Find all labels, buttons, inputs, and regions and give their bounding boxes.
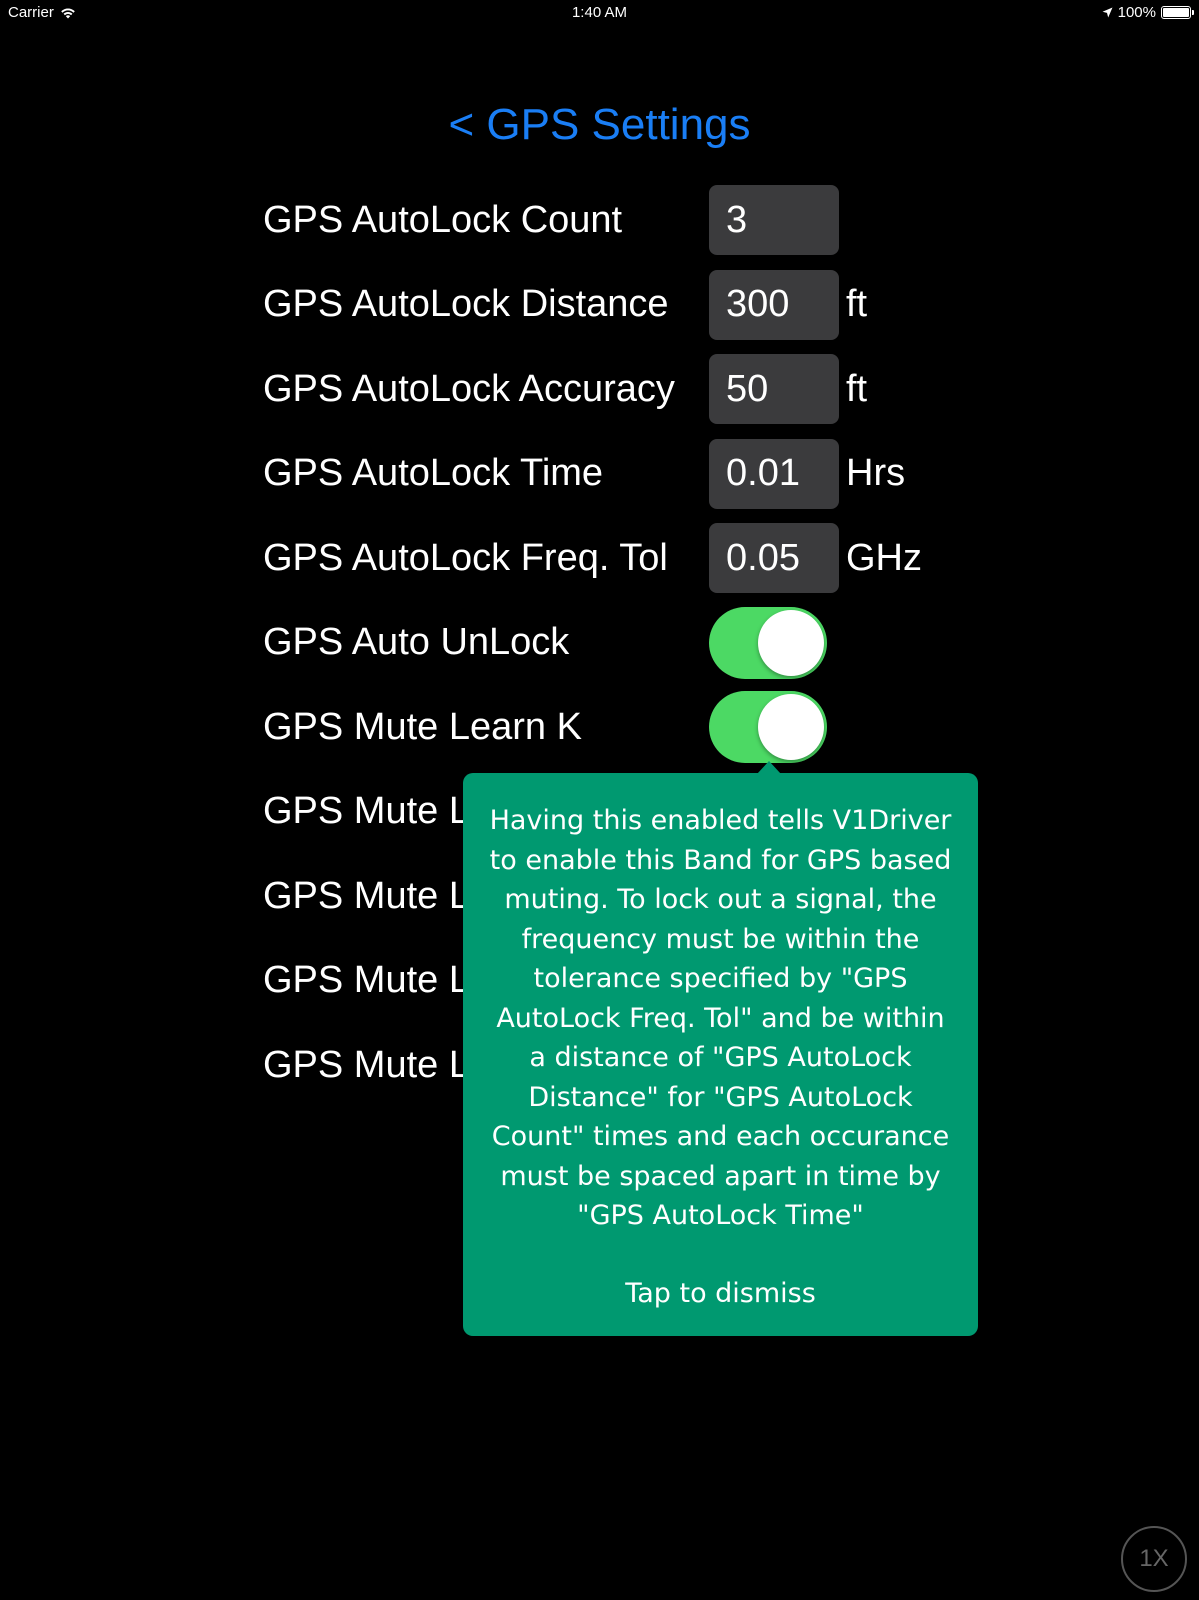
setting-row-autolock-distance: GPS AutoLock Distance 300 ft — [263, 263, 943, 348]
setting-label: GPS AutoLock Count — [263, 198, 623, 241]
setting-label: GPS Mute Learn K — [263, 705, 582, 748]
setting-row-autolock-freq-tol: GPS AutoLock Freq. Tol 0.05 GHz — [263, 516, 943, 601]
location-arrow-icon — [1102, 7, 1113, 18]
mute-learn-k-toggle[interactable] — [709, 691, 827, 764]
popover-dismiss-label: Tap to dismiss — [625, 1277, 816, 1309]
autolock-distance-field[interactable]: 300 — [709, 269, 839, 340]
setting-label: GPS AutoLock Distance — [263, 283, 669, 326]
autolock-accuracy-field[interactable]: 50 — [709, 354, 839, 425]
battery-percent: 100% — [1117, 4, 1156, 21]
autolock-count-field[interactable]: 3 — [709, 185, 839, 256]
setting-label: GPS AutoLock Freq. Tol — [263, 536, 668, 579]
battery-fill — [1163, 8, 1189, 17]
setting-label: GPS Auto UnLock — [263, 621, 570, 664]
setting-row-autolock-count: GPS AutoLock Count 3 — [263, 178, 943, 263]
unit-label: GHz — [846, 536, 922, 579]
toggle-knob — [758, 694, 824, 761]
autolock-freq-tol-field[interactable]: 0.05 — [709, 523, 839, 594]
status-right: 100% — [1102, 4, 1194, 21]
back-button[interactable]: < GPS Settings — [0, 100, 1199, 150]
setting-row-autolock-accuracy: GPS AutoLock Accuracy 50 ft — [263, 347, 943, 432]
status-bar: Carrier 1:40 AM 100% — [0, 0, 1199, 26]
unit-label: ft — [846, 283, 868, 326]
battery-icon — [1161, 6, 1194, 19]
setting-row-autolock-time: GPS AutoLock Time 0.01 Hrs — [263, 432, 943, 517]
setting-label: GPS AutoLock Accuracy — [263, 367, 675, 410]
status-time: 1:40 AM — [571, 4, 628, 21]
zoom-button[interactable]: 1X — [1121, 1526, 1187, 1592]
popover-message: Having this enabled tells V1Driver to en… — [489, 805, 952, 1231]
setting-row-auto-unlock: GPS Auto UnLock — [263, 601, 943, 686]
auto-unlock-toggle[interactable] — [709, 606, 827, 679]
unit-label: Hrs — [846, 452, 906, 495]
toggle-knob — [758, 609, 824, 676]
setting-label: GPS AutoLock Time — [263, 452, 604, 495]
help-popover[interactable]: Having this enabled tells V1Driver to en… — [463, 773, 978, 1336]
setting-row-mute-learn-k: GPS Mute Learn K — [263, 685, 943, 770]
unit-label: ft — [846, 367, 868, 410]
autolock-time-field[interactable]: 0.01 — [709, 438, 839, 509]
